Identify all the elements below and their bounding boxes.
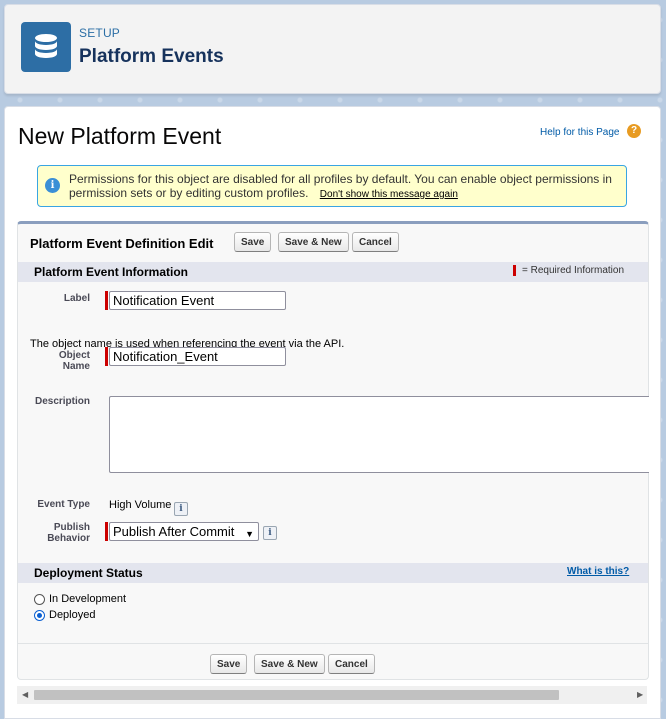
info-tooltip-icon[interactable]: i — [174, 502, 188, 516]
radio-deployed[interactable]: Deployed — [34, 609, 95, 621]
bottom-save-and-new-button[interactable]: Save & New — [254, 654, 325, 674]
info-message: i Permissions for this object are disabl… — [37, 165, 627, 207]
label-input[interactable] — [109, 291, 286, 310]
radio-button-selected[interactable] — [34, 609, 45, 621]
divider — [18, 643, 648, 644]
section-header-deployment: Deployment Status What is this? — [18, 563, 648, 583]
scroll-right-icon[interactable]: ▶ — [637, 690, 643, 699]
required-indicator — [513, 265, 516, 276]
scroll-thumb[interactable] — [34, 690, 559, 700]
label-field-label: Label — [63, 293, 90, 304]
what-is-this-link[interactable]: What is this? — [567, 566, 629, 577]
save-and-new-button[interactable]: Save & New — [278, 232, 349, 252]
description-textarea[interactable] — [109, 396, 649, 473]
required-indicator — [105, 522, 108, 541]
bottom-cancel-button[interactable]: Cancel — [328, 654, 375, 674]
help-icon[interactable]: ? — [627, 124, 641, 138]
publish-behavior-label: Publish Behavior — [47, 522, 90, 544]
main-content: New Platform Event Help for this Page ? … — [4, 106, 661, 719]
block-title: Platform Event Definition Edit — [30, 236, 214, 251]
object-name-label: Object Name — [58, 350, 90, 372]
event-type-value: High Volume — [109, 499, 172, 511]
help-link[interactable]: Help for this Page — [540, 127, 620, 138]
description-label: Description — [34, 396, 90, 407]
section-header-information: Platform Event Information = Required In… — [18, 262, 648, 282]
database-icon — [21, 22, 71, 72]
header-title: Platform Events — [79, 46, 224, 67]
scroll-left-icon[interactable]: ◀ — [22, 690, 28, 699]
required-indicator — [105, 291, 108, 310]
section-title: Platform Event Information — [34, 265, 189, 279]
required-indicator — [105, 347, 108, 366]
publish-behavior-select[interactable]: Publish After Commit ▼ — [109, 522, 259, 541]
dismiss-message-link[interactable]: Don't show this message again — [320, 189, 458, 200]
save-button[interactable]: Save — [234, 232, 272, 252]
page-title: New Platform Event — [18, 123, 222, 149]
object-name-input[interactable] — [109, 347, 286, 366]
bottom-save-button[interactable]: Save — [210, 654, 248, 674]
setup-label: SETUP — [79, 26, 121, 40]
setup-header: SETUP Platform Events — [4, 4, 661, 94]
cancel-button[interactable]: Cancel — [352, 232, 399, 252]
radio-in-development[interactable]: In Development — [34, 593, 126, 605]
edit-block: Platform Event Definition Edit Save Save… — [17, 221, 649, 680]
event-type-label: Event Type — [37, 499, 90, 510]
section-title: Deployment Status — [34, 566, 143, 580]
horizontal-scrollbar[interactable]: ◀ ▶ — [17, 686, 647, 704]
radio-button[interactable] — [34, 593, 45, 605]
info-tooltip-icon[interactable]: i — [263, 526, 277, 540]
chevron-down-icon: ▼ — [245, 529, 254, 539]
required-legend: = Required Information — [513, 265, 624, 276]
info-icon: i — [45, 178, 60, 193]
